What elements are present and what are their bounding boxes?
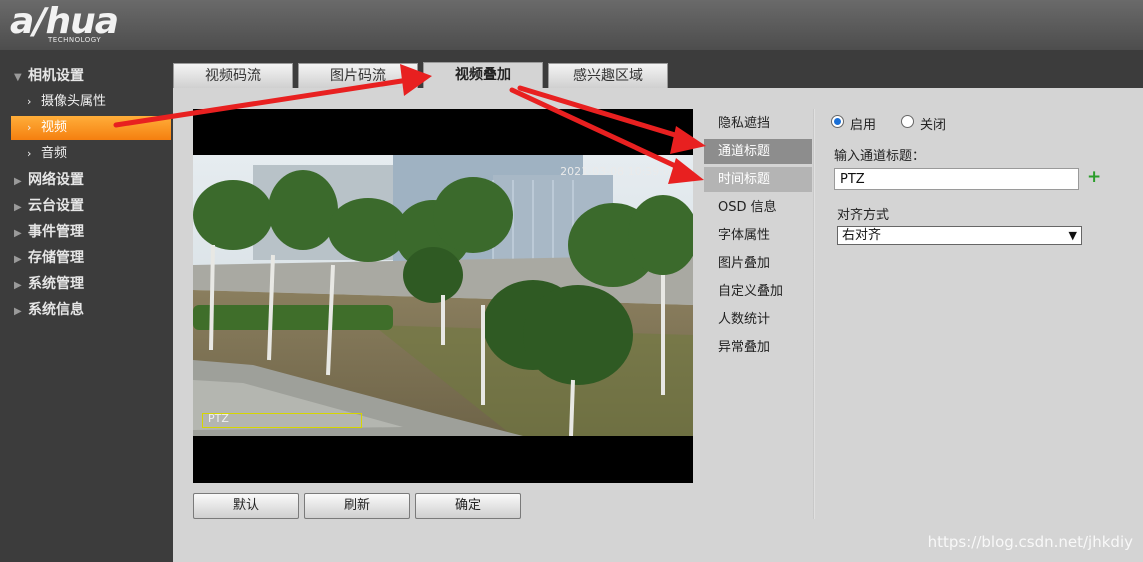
sidebar-group-label: 相机设置 (28, 68, 84, 84)
enable-radio[interactable] (831, 115, 844, 128)
submenu-channel-title[interactable]: 通道标题 (704, 139, 812, 164)
sidebar-group-event-management[interactable]: ▶ 事件管理 (0, 220, 173, 244)
sidebar-item-video[interactable]: › 视频 (11, 116, 171, 140)
chevron-right-icon: › (27, 95, 32, 108)
channel-title-input[interactable] (834, 168, 1079, 190)
content-panel: 2021-03-08 10:39:05 PTZ 默认 刷新 确定 隐私遮挡 通道… (173, 88, 1143, 562)
tab-picture-stream[interactable]: 图片码流 (298, 63, 418, 88)
app-header: a/hua TECHNOLOGY (0, 0, 1143, 50)
sidebar-group-label: 网络设置 (28, 172, 84, 188)
submenu-osd-info[interactable]: OSD 信息 (704, 195, 812, 220)
disable-radio[interactable] (901, 115, 914, 128)
plus-icon[interactable]: + (1087, 167, 1101, 187)
video-preview[interactable]: 2021-03-08 10:39:05 PTZ (193, 109, 693, 483)
alignment-select[interactable]: 右对齐 ▼ (837, 226, 1082, 245)
panel-divider (813, 109, 815, 519)
sidebar-item-audio[interactable]: › 音频 (11, 142, 171, 166)
sidebar-group-storage-management[interactable]: ▶ 存储管理 (0, 246, 173, 270)
watermark-text: https://blog.csdn.net/jhkdiy (927, 533, 1133, 551)
triangle-right-icon: ▶ (14, 280, 22, 291)
osd-time-text: 2021-03-08 10:39:05 (560, 165, 677, 178)
sidebar-group-label: 存储管理 (28, 250, 84, 266)
sidebar-group-system-info[interactable]: ▶ 系统信息 (0, 298, 173, 322)
sidebar-group-camera-settings[interactable]: ▼ 相机设置 (0, 64, 173, 88)
submenu-privacy-mask[interactable]: 隐私遮挡 (704, 111, 812, 136)
sidebar-group-system-management[interactable]: ▶ 系统管理 (0, 272, 173, 296)
sidebar-item-label: 摄像头属性 (41, 94, 107, 109)
tab-bar: 视频码流 图片码流 视频叠加 感兴趣区域 (173, 50, 1143, 89)
osd-channel-title-box[interactable]: PTZ (202, 412, 362, 428)
sidebar-group-label: 云台设置 (28, 198, 84, 214)
camera-scene-image: 2021-03-08 10:39:05 PTZ (193, 155, 693, 436)
submenu-font-properties[interactable]: 字体属性 (704, 223, 812, 248)
alignment-label: 对齐方式 (837, 208, 890, 223)
triangle-right-icon: ▶ (14, 202, 22, 213)
channel-title-label: 输入通道标题： (834, 149, 926, 164)
tab-video-stream[interactable]: 视频码流 (173, 63, 293, 88)
alignment-select-value: 右对齐 (842, 228, 882, 243)
sidebar-group-label: 系统信息 (28, 302, 84, 318)
chevron-right-icon: › (27, 147, 32, 160)
tab-roi[interactable]: 感兴趣区域 (548, 63, 668, 88)
chevron-down-icon: ▼ (1068, 229, 1077, 242)
triangle-down-icon: ▼ (14, 72, 22, 83)
sidebar: ▼ 相机设置 › 摄像头属性 › 视频 › 音频 ▶ 网络设置 ▶ 云台设置 ▶ 事件管理 ▶… (0, 50, 173, 562)
submenu-custom-overlay[interactable]: 自定义叠加 (704, 279, 812, 304)
sidebar-item-label: 视频 (41, 120, 68, 135)
disable-radio-label: 关闭 (920, 118, 947, 133)
default-button[interactable]: 默认 (193, 493, 299, 519)
osd-channel-title-text: PTZ (208, 412, 229, 425)
triangle-right-icon: ▶ (14, 176, 22, 187)
triangle-right-icon: ▶ (14, 306, 22, 317)
main-area: 视频码流 图片码流 视频叠加 感兴趣区域 2021-03-08 10:39:05… (173, 50, 1143, 562)
confirm-button[interactable]: 确定 (415, 493, 521, 519)
submenu-abnormal-overlay[interactable]: 异常叠加 (704, 335, 812, 360)
triangle-right-icon: ▶ (14, 228, 22, 239)
brand-logo-sub: TECHNOLOGY (48, 36, 102, 44)
triangle-right-icon: ▶ (14, 254, 22, 265)
sidebar-group-label: 系统管理 (28, 276, 84, 292)
tab-video-overlay[interactable]: 视频叠加 (423, 62, 543, 89)
refresh-button[interactable]: 刷新 (304, 493, 410, 519)
sidebar-group-label: 事件管理 (28, 224, 84, 240)
enable-radio-label: 启用 (850, 118, 877, 133)
sidebar-group-network-settings[interactable]: ▶ 网络设置 (0, 168, 173, 192)
sidebar-item-camera-properties[interactable]: › 摄像头属性 (11, 90, 171, 114)
submenu-people-count[interactable]: 人数统计 (704, 307, 812, 332)
submenu-picture-overlay[interactable]: 图片叠加 (704, 251, 812, 276)
sidebar-item-label: 音频 (41, 146, 68, 161)
channel-title-settings: 启用 关闭 输入通道标题： + 对齐方式 右对齐 ▼ (829, 109, 1129, 309)
chevron-right-icon: › (27, 121, 32, 134)
sidebar-group-ptz-settings[interactable]: ▶ 云台设置 (0, 194, 173, 218)
submenu-time-title[interactable]: 时间标题 (704, 167, 812, 192)
